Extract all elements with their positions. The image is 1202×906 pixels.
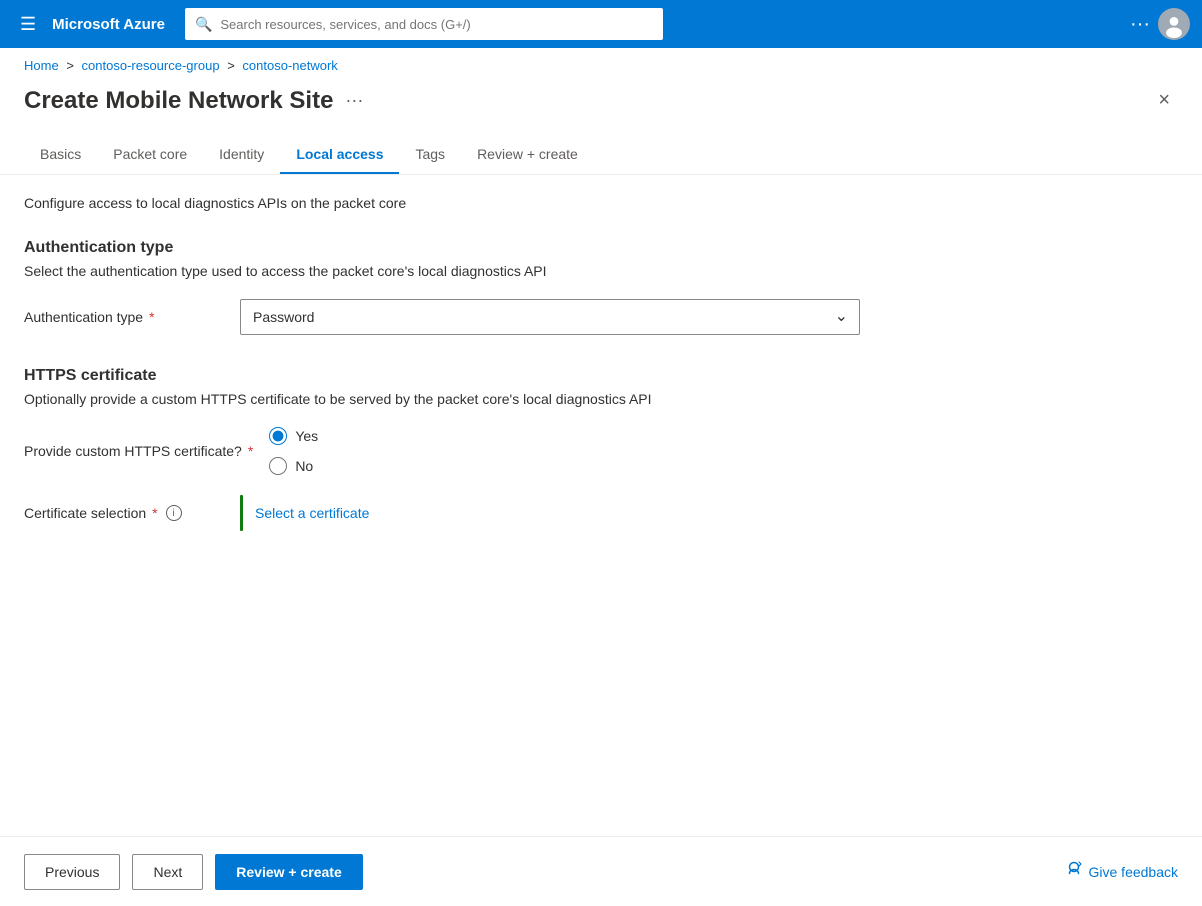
footer: Previous Next Review + create Give feedb… [0,836,1202,906]
page-description: Configure access to local diagnostics AP… [24,195,1178,211]
cert-bar-indicator [240,495,243,531]
main-content: Configure access to local diagnostics AP… [0,175,1202,836]
https-cert-section: HTTPS certificate Optionally provide a c… [24,367,1178,531]
auth-section-heading: Authentication type [24,239,1178,257]
cert-radio-no-label: No [295,458,313,474]
search-input[interactable] [220,17,653,32]
tab-identity[interactable]: Identity [203,136,280,174]
cert-radio-yes[interactable]: Yes [269,427,318,445]
breadcrumb-home[interactable]: Home [24,58,59,73]
top-navigation: ☰ Microsoft Azure 🔍 ··· [0,0,1202,48]
previous-button[interactable]: Previous [24,854,120,890]
cert-selection-label: Certificate selection * i [24,505,224,521]
cert-radio-no-input[interactable] [269,457,287,475]
hamburger-icon[interactable]: ☰ [12,6,44,43]
auth-type-label: Authentication type * [24,309,224,325]
cert-selection-info-icon[interactable]: i [166,505,182,521]
search-icon: 🔍 [195,16,212,33]
user-avatar[interactable] [1158,8,1190,40]
cert-radio-required: * [248,443,253,459]
page-title: Create Mobile Network Site [24,87,333,115]
auth-type-select-wrapper: Password Microsoft Entra ID None [240,299,860,335]
cert-select-link-wrapper: Select a certificate [240,495,369,531]
cert-radio-group: Yes No [269,427,318,475]
page-options-icon[interactable]: ··· [345,90,363,111]
select-certificate-link[interactable]: Select a certificate [255,505,369,521]
cert-selection-required: * [152,505,157,521]
tab-tags[interactable]: Tags [399,136,461,174]
tab-local-access[interactable]: Local access [280,136,399,174]
breadcrumb: Home > contoso-resource-group > contoso-… [0,48,1202,73]
page-header: Create Mobile Network Site ··· × [0,73,1202,116]
auth-type-row: Authentication type * Password Microsoft… [24,299,1178,335]
breadcrumb-network[interactable]: contoso-network [242,58,337,73]
cert-radio-label: Provide custom HTTPS certificate? * [24,443,253,459]
breadcrumb-resource-group[interactable]: contoso-resource-group [82,58,220,73]
tab-review-create[interactable]: Review + create [461,136,594,174]
https-cert-heading: HTTPS certificate [24,367,1178,385]
give-feedback-link[interactable]: Give feedback [1065,860,1179,883]
auth-section: Authentication type Select the authentic… [24,239,1178,335]
search-box[interactable]: 🔍 [185,8,664,40]
next-button[interactable]: Next [132,854,203,890]
auth-type-required: * [149,309,154,325]
cert-radio-yes-label: Yes [295,428,318,444]
close-button[interactable]: × [1150,85,1178,116]
cert-radio-yes-input[interactable] [269,427,287,445]
cert-radio-no[interactable]: No [269,457,318,475]
feedback-icon [1065,860,1083,883]
tab-packet-core[interactable]: Packet core [97,136,203,174]
auth-type-select[interactable]: Password Microsoft Entra ID None [240,299,860,335]
tab-bar: Basics Packet core Identity Local access… [0,116,1202,175]
review-create-button[interactable]: Review + create [215,854,362,890]
cert-radio-row: Provide custom HTTPS certificate? * Yes … [24,427,1178,475]
https-cert-subtext: Optionally provide a custom HTTPS certif… [24,391,1178,407]
feedback-label: Give feedback [1089,864,1179,880]
azure-logo: Microsoft Azure [52,16,165,33]
auth-section-subtext: Select the authentication type used to a… [24,263,1178,279]
cert-selection-row: Certificate selection * i Select a certi… [24,495,1178,531]
tab-basics[interactable]: Basics [24,136,97,174]
topnav-more-icon[interactable]: ··· [1122,5,1158,44]
